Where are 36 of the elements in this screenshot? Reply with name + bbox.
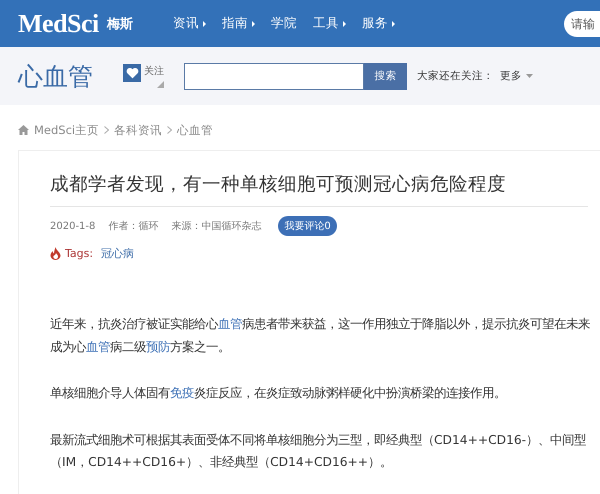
caret-icon	[526, 74, 533, 78]
nav-item[interactable]: 服务	[360, 15, 397, 32]
keyword-link[interactable]: 血管	[86, 340, 110, 354]
article-title: 成都学者发现，有一种单核细胞可预测冠心病危险程度	[50, 171, 588, 207]
more-dropdown[interactable]: 更多	[500, 69, 533, 83]
site-logo[interactable]: MedSci	[18, 8, 99, 38]
chevron-icon	[104, 126, 110, 134]
keyword-link[interactable]: 血管	[218, 317, 242, 331]
channel-title: 心血管	[18, 60, 93, 92]
keyword-link[interactable]: 免疫	[170, 386, 194, 400]
flame-icon	[50, 247, 61, 260]
tags-label: Tags:	[65, 247, 94, 260]
chevron-icon	[167, 126, 172, 134]
nav-item[interactable]: 资讯	[170, 15, 208, 32]
follow-button[interactable]: 关注	[144, 64, 164, 78]
keyword-link[interactable]: 预防	[146, 340, 170, 354]
nav-item[interactable]: 学院	[268, 15, 299, 32]
breadcrumb-link[interactable]: 各科资讯	[114, 122, 162, 138]
article-paragraph: 最新流式细胞术可根据其表面受体不同将单核细胞分为三型，即经典型（CD14++CD16-）、中间型（IM，CD14++CD16+）、非经典型（CD14+CD16++）。	[50, 432, 588, 471]
home-icon[interactable]	[18, 125, 29, 135]
breadcrumb-link[interactable]: MedSci主页	[34, 122, 100, 138]
nav-item[interactable]: 指南	[220, 15, 257, 32]
tag-link[interactable]: 冠心病	[101, 246, 134, 261]
article-author: 作者：循环	[108, 220, 158, 233]
article-date: 2020-1-8	[50, 220, 96, 232]
also-following-label: 大家还在关注：	[417, 69, 494, 83]
search-button[interactable]: 搜索	[364, 62, 407, 90]
nav-item[interactable]: 工具	[310, 15, 348, 32]
breadcrumb-link[interactable]: 心血管	[177, 122, 214, 138]
comment-button[interactable]: 我要评论0	[278, 216, 337, 236]
corner-icon	[157, 81, 164, 88]
article-source: 来源：中国循环杂志	[171, 220, 262, 233]
site-logo-chinese[interactable]: 梅斯	[106, 14, 133, 32]
site-search-field[interactable]: 请输	[564, 10, 600, 36]
article-paragraph: 近年来，抗炎治疗被证实能给心血管病患者带来获益，这一作用独立于降脂以外，提示抗炎可望在未来成为心血管病二级预防方案之一。	[50, 316, 590, 356]
article-paragraph: 单核细胞介导人体固有免疫炎症反应，在炎症致动脉粥样硬化中扮演桥梁的连接作用。	[50, 385, 507, 402]
